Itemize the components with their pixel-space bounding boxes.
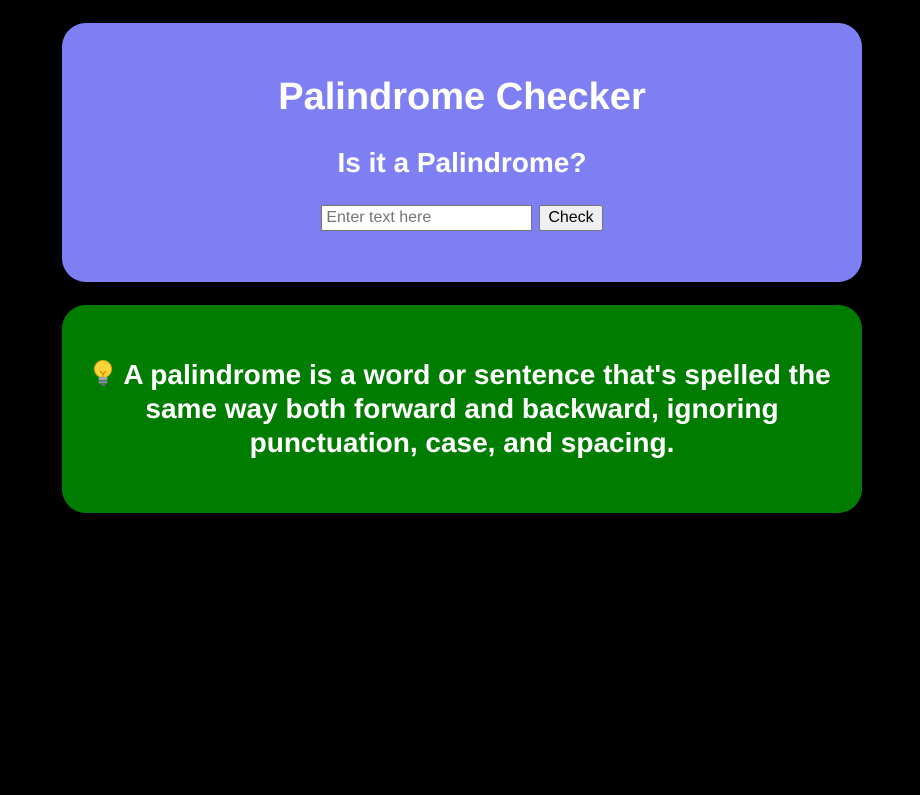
check-button[interactable]: Check	[539, 205, 603, 231]
lightbulb-icon	[93, 359, 113, 387]
text-input[interactable]	[321, 205, 533, 231]
info-text: A palindrome is a word or sentence that'…	[123, 359, 831, 458]
subtitle: Is it a Palindrome?	[337, 147, 587, 178]
input-form: Check	[62, 205, 862, 231]
info-card: A palindrome is a word or sentence that'…	[62, 305, 862, 513]
page-title: Palindrome Checker	[278, 76, 646, 118]
info-message: A palindrome is a word or sentence that'…	[92, 358, 832, 460]
checker-card: Palindrome Checker Is it a Palindrome? C…	[62, 23, 862, 282]
